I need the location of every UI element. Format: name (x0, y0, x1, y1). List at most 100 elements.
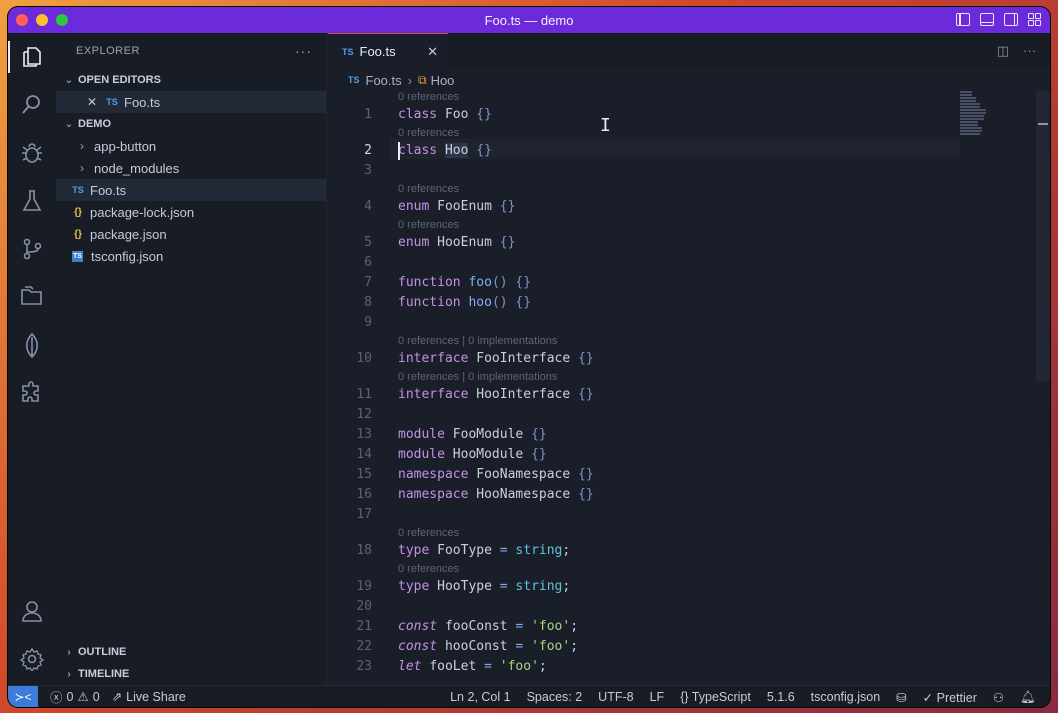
line-number: 13 (356, 427, 372, 442)
open-editor-item[interactable]: ✕ TS Foo.ts (56, 91, 326, 113)
line-number: 2 (364, 143, 372, 158)
chevron-down-icon: ⌄ (64, 118, 74, 130)
search-icon[interactable] (20, 93, 44, 117)
codelens[interactable]: 0 references (398, 217, 459, 233)
line-number: 5 (364, 235, 372, 250)
more-actions-icon[interactable]: ··· (295, 43, 312, 59)
timeline-section[interactable]: › TIMELINE (56, 663, 326, 685)
encoding[interactable]: UTF-8 (598, 690, 633, 704)
tab-foo-ts[interactable]: TS Foo.ts ✕ (328, 33, 448, 69)
notifications-bell-icon[interactable]: 🔔︎ (1020, 690, 1036, 705)
line-number: 6 (364, 255, 372, 270)
problems-indicator[interactable]: ⓧ 0 ⚠ 0 (50, 687, 100, 706)
warning-count: 0 (92, 689, 100, 704)
close-window-button[interactable] (16, 14, 28, 26)
language-mode[interactable]: {} TypeScript (680, 690, 751, 704)
source-control-icon[interactable] (20, 237, 44, 261)
codelens[interactable]: 0 references (398, 181, 459, 197)
toggle-primary-sidebar-icon[interactable] (956, 13, 970, 26)
live-share-label: Live Share (126, 689, 186, 704)
remote-indicator-icon[interactable]: ≻< (8, 685, 38, 707)
explorer-title: EXPLORER (76, 45, 140, 57)
code-editor[interactable]: 0 references 1 class Foo {} 0 references … (328, 91, 1050, 685)
codelens[interactable]: 0 references (398, 91, 459, 105)
prettier-status[interactable]: ✓ Prettier (923, 690, 977, 705)
code-line: let fooLet = 'foo'; (398, 659, 547, 674)
customize-layout-icon[interactable] (1028, 13, 1042, 26)
tree-item-file[interactable]: TS Foo.ts (56, 179, 326, 201)
typescript-version[interactable]: 5.1.6 (767, 690, 795, 704)
settings-gear-icon[interactable] (19, 647, 45, 673)
json-file-icon: {} (74, 206, 82, 218)
tsconfig-link[interactable]: tsconfig.json (811, 690, 880, 704)
explorer-icon[interactable] (20, 45, 44, 69)
title-bar: Foo.ts — demo (8, 7, 1050, 33)
scrollbar-cursor-marker (1038, 123, 1048, 125)
error-icon: ⓧ (50, 691, 63, 705)
remote-explorer-icon[interactable] (20, 285, 44, 309)
workspace-section[interactable]: ⌄ DEMO (56, 113, 326, 135)
status-bar: ≻< ⓧ 0 ⚠ 0 ⇗ Live Share Ln 2, Col 1 Spac… (8, 685, 1050, 707)
code-line: module HooModule {} (398, 447, 547, 462)
database-icon[interactable]: ⛁ (896, 690, 906, 705)
tree-item-file[interactable]: {} package-lock.json (56, 201, 326, 223)
chevron-right-icon: › (67, 646, 71, 658)
accounts-icon[interactable] (20, 599, 44, 623)
codelens[interactable]: 0 references | 0 implementations (398, 333, 557, 349)
testing-icon[interactable] (20, 189, 44, 213)
codelens[interactable]: 0 references (398, 525, 459, 541)
line-number: 16 (356, 487, 372, 502)
code-line: function hoo() {} (398, 295, 532, 310)
line-number: 18 (356, 543, 372, 558)
line-number: 12 (356, 407, 372, 422)
minimap[interactable] (960, 91, 990, 151)
tree-item-file[interactable]: TS tsconfig.json (56, 245, 326, 267)
vertical-scrollbar[interactable] (1036, 91, 1050, 381)
tab-label: Foo.ts (359, 44, 396, 59)
mongodb-icon[interactable] (20, 332, 44, 359)
tree-item-label: node_modules (94, 160, 180, 176)
line-number: 3 (364, 163, 372, 178)
tree-item-label: package-lock.json (90, 204, 195, 220)
line-number: 7 (364, 275, 372, 290)
breadcrumb-file[interactable]: Foo.ts (366, 73, 402, 88)
minimize-window-button[interactable] (36, 14, 48, 26)
typescript-file-icon: TS (72, 185, 84, 195)
cursor-position[interactable]: Ln 2, Col 1 (450, 690, 510, 704)
tree-item-folder[interactable]: › node_modules (56, 157, 326, 179)
debug-icon[interactable] (20, 141, 44, 165)
codelens[interactable]: 0 references | 0 implementations (398, 369, 557, 385)
chevron-right-icon: › (407, 72, 412, 88)
codelens[interactable]: 0 references (398, 561, 459, 577)
code-line: const fooConst = 'foo'; (398, 619, 579, 634)
code-line: const hooConst = 'foo'; (398, 639, 579, 654)
codelens[interactable]: 0 references (398, 125, 459, 141)
maximize-window-button[interactable] (56, 14, 68, 26)
tree-item-folder[interactable]: › app-button (56, 135, 326, 157)
tree-item-file[interactable]: {} package.json (56, 223, 326, 245)
split-editor-icon[interactable]: ◫ (997, 43, 1009, 59)
explorer-sidebar: EXPLORER ··· ⌄ OPEN EDITORS ✕ TS Foo.ts … (56, 33, 327, 685)
open-editors-section[interactable]: ⌄ OPEN EDITORS (56, 69, 326, 91)
live-share-button[interactable]: ⇗ Live Share (112, 689, 186, 705)
end-of-line[interactable]: LF (650, 690, 665, 704)
outline-section[interactable]: › OUTLINE (56, 641, 326, 663)
tree-item-label: app-button (94, 138, 157, 154)
code-line: function foo() {} (398, 275, 532, 290)
typescript-file-icon: TS (106, 97, 118, 107)
more-actions-icon[interactable]: ··· (1023, 43, 1036, 59)
toggle-panel-icon[interactable] (980, 13, 994, 26)
line-number: 4 (364, 199, 372, 214)
line-number: 22 (356, 639, 372, 654)
indentation[interactable]: Spaces: 2 (527, 690, 583, 704)
tree-item-label: package.json (90, 226, 167, 242)
close-icon[interactable]: ✕ (84, 95, 100, 109)
close-tab-icon[interactable]: ✕ (427, 44, 438, 60)
check-icon: ✓ (922, 690, 934, 705)
accounts-share-icon[interactable]: ⚇ (993, 690, 1004, 705)
open-editors-label: OPEN EDITORS (78, 74, 161, 86)
toggle-secondary-sidebar-icon[interactable] (1004, 13, 1018, 26)
breadcrumb-symbol[interactable]: Hoo (431, 73, 455, 88)
braces-icon: {} (680, 690, 689, 704)
extensions-icon[interactable] (20, 381, 44, 405)
